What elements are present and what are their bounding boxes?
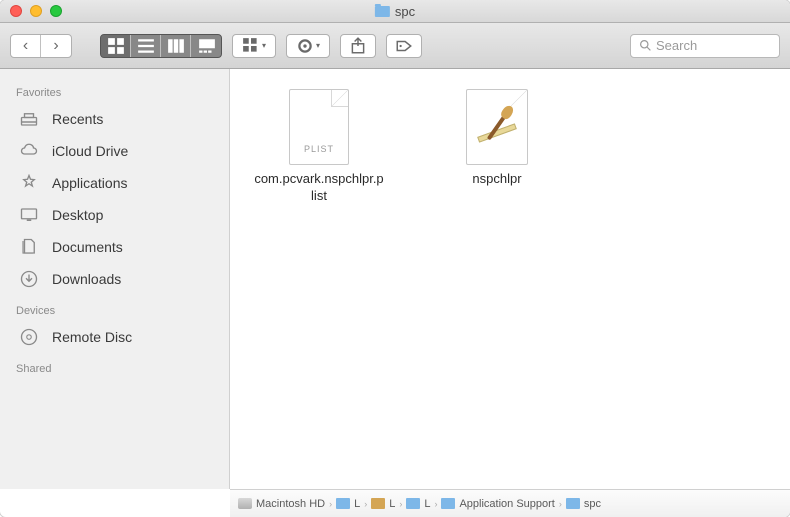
icon-view-button[interactable] [101, 35, 131, 57]
plist-file-icon: PLIST [284, 87, 354, 167]
content-area[interactable]: PLIST com.pcvark.nspchlpr.plist nspchlpr [230, 69, 790, 489]
sidebar-item-remote-disc[interactable]: Remote Disc [0, 321, 229, 353]
gallery-view-button[interactable] [191, 35, 221, 57]
grid-icon [107, 37, 125, 55]
sidebar-item-icloud[interactable]: iCloud Drive [0, 135, 229, 167]
sidebar-item-label: Remote Disc [52, 329, 132, 345]
path-item[interactable]: L [336, 498, 360, 510]
columns-icon [167, 37, 185, 55]
path-bar: Macintosh HD › L › L › L › Application S… [230, 489, 790, 517]
search-icon [639, 39, 652, 52]
cloud-icon [16, 140, 42, 162]
applications-icon [16, 172, 42, 194]
sidebar-item-label: Downloads [52, 271, 121, 287]
titlebar[interactable]: spc [0, 0, 790, 23]
action-button[interactable]: ▾ [286, 34, 330, 58]
sidebar-item-desktop[interactable]: Desktop [0, 199, 229, 231]
search-placeholder: Search [656, 38, 697, 53]
group-icon [242, 37, 260, 55]
path-item[interactable]: L [371, 498, 395, 510]
path-separator: › [329, 499, 332, 509]
toolbar: ‹ › ▾ ▾ [0, 23, 790, 69]
folder-icon [566, 498, 580, 509]
sidebar-item-label: Documents [52, 239, 123, 255]
home-icon [371, 498, 385, 509]
window-title-wrap: spc [375, 4, 415, 19]
list-view-button[interactable] [131, 35, 161, 57]
sidebar-item-label: Applications [52, 175, 128, 191]
group-button[interactable]: ▾ [232, 34, 276, 58]
hd-icon [238, 498, 252, 509]
traffic-lights [10, 5, 62, 17]
finder-window: spc ‹ › ▾ ▾ [0, 0, 790, 517]
list-icon [137, 37, 155, 55]
desktop-icon [16, 204, 42, 226]
file-item-plist[interactable]: PLIST com.pcvark.nspchlpr.plist [254, 87, 384, 205]
file-item-app[interactable]: nspchlpr [432, 87, 562, 188]
forward-button[interactable]: › [41, 35, 71, 57]
file-name: com.pcvark.nspchlpr.plist [254, 171, 384, 205]
sidebar-item-label: iCloud Drive [52, 143, 128, 159]
sidebar-item-recents[interactable]: Recents [0, 103, 229, 135]
folder-icon [336, 498, 350, 509]
app-file-icon [462, 87, 532, 167]
sidebar-header-favorites: Favorites [0, 83, 229, 103]
search-field[interactable]: Search [630, 34, 780, 58]
sidebar: Favorites Recents iCloud Drive Applicati… [0, 69, 230, 489]
window-title: spc [395, 4, 415, 19]
sidebar-header-shared: Shared [0, 359, 229, 379]
disc-icon [16, 326, 42, 348]
sidebar-item-applications[interactable]: Applications [0, 167, 229, 199]
file-name: nspchlpr [472, 171, 521, 188]
sidebar-item-downloads[interactable]: Downloads [0, 263, 229, 295]
minimize-button[interactable] [30, 5, 42, 17]
path-separator: › [364, 499, 367, 509]
path-item[interactable]: Application Support [441, 498, 554, 510]
share-icon [349, 37, 367, 55]
column-view-button[interactable] [161, 35, 191, 57]
sidebar-item-label: Recents [52, 111, 103, 127]
sidebar-item-label: Desktop [52, 207, 103, 223]
path-separator: › [559, 499, 562, 509]
downloads-icon [16, 268, 42, 290]
zoom-button[interactable] [50, 5, 62, 17]
tags-button[interactable] [386, 34, 422, 58]
documents-icon [16, 236, 42, 258]
path-item[interactable]: spc [566, 498, 601, 510]
recents-icon [16, 108, 42, 130]
path-item[interactable]: Macintosh HD [238, 498, 325, 510]
folder-icon [375, 6, 390, 17]
path-item[interactable]: L [406, 498, 430, 510]
tag-icon [395, 37, 413, 55]
folder-icon [441, 498, 455, 509]
sidebar-item-documents[interactable]: Documents [0, 231, 229, 263]
path-separator: › [434, 499, 437, 509]
share-button[interactable] [340, 34, 376, 58]
body: Favorites Recents iCloud Drive Applicati… [0, 69, 790, 489]
sidebar-header-devices: Devices [0, 301, 229, 321]
nav-buttons: ‹ › [10, 34, 72, 58]
back-button[interactable]: ‹ [11, 35, 41, 57]
folder-icon [406, 498, 420, 509]
gallery-icon [198, 37, 216, 55]
path-separator: › [399, 499, 402, 509]
view-mode-buttons [100, 34, 222, 58]
gear-icon [296, 37, 314, 55]
close-button[interactable] [10, 5, 22, 17]
